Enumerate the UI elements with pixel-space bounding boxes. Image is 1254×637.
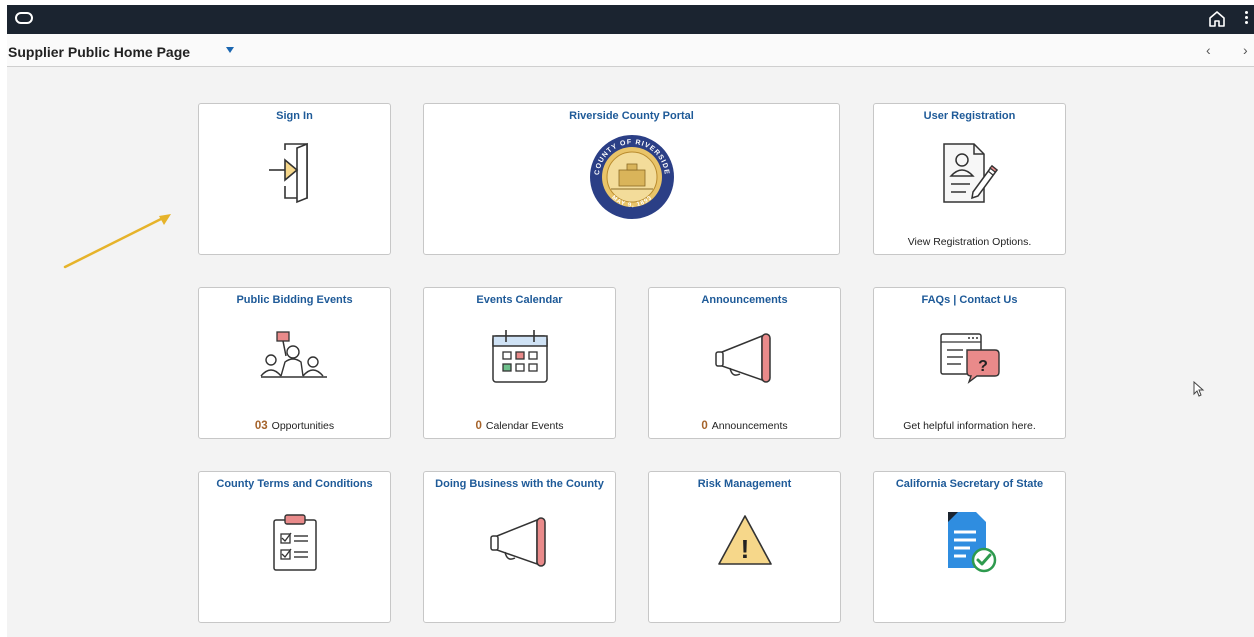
browser-page: Supplier Public Home Page ‹ › Sign In Ri… bbox=[7, 5, 1254, 637]
tile-california-secretary-of-state[interactable]: California Secretary of State bbox=[873, 471, 1066, 623]
tile-title: California Secretary of State bbox=[895, 478, 1044, 490]
megaphone-icon bbox=[489, 517, 546, 567]
announcement-count: 0 bbox=[701, 420, 708, 432]
tile-faqs-contact-us[interactable]: FAQs | Contact Us ? Get helpful informat… bbox=[873, 287, 1066, 439]
page-title-dropdown-icon[interactable] bbox=[226, 47, 234, 53]
top-navigation-bar bbox=[7, 5, 1254, 34]
tile-announcements[interactable]: Announcements 0 Announcements bbox=[648, 287, 841, 439]
tile-title: Doing Business with the County bbox=[435, 478, 604, 490]
annotation-arrow-icon bbox=[63, 214, 171, 269]
page-title[interactable]: Supplier Public Home Page bbox=[8, 44, 190, 60]
tile-sign-in[interactable]: Sign In bbox=[198, 103, 391, 255]
warning-triangle-icon: ! bbox=[717, 515, 772, 565]
mouse-pointer-icon bbox=[1193, 381, 1205, 397]
tile-title: Announcements bbox=[701, 294, 788, 306]
tile-footer-label: Announcements bbox=[711, 420, 788, 432]
home-icon[interactable] bbox=[1206, 8, 1228, 30]
previous-page-icon[interactable]: ‹ bbox=[1206, 42, 1211, 58]
svg-text:?: ? bbox=[978, 358, 988, 375]
tile-footer: 0 Calendar Events bbox=[424, 420, 615, 432]
tile-risk-management[interactable]: Risk Management ! bbox=[648, 471, 841, 623]
tile-footer: Get helpful information here. bbox=[903, 420, 1036, 432]
tile-footer: 0 Announcements bbox=[649, 420, 840, 432]
document-check-icon bbox=[947, 512, 996, 573]
tile-title: County Terms and Conditions bbox=[216, 478, 373, 490]
tile-events-calendar[interactable]: Events Calendar 0 Calendar Events bbox=[423, 287, 616, 439]
more-options-icon[interactable] bbox=[1245, 11, 1249, 27]
tile-title: Sign In bbox=[276, 110, 313, 122]
tile-public-bidding-events[interactable]: Public Bidding Events 03 Opportunities bbox=[198, 287, 391, 439]
calendar-icon bbox=[491, 330, 548, 383]
tile-riverside-county-portal[interactable]: Riverside County Portal COUNTY OF RIVERS… bbox=[423, 103, 840, 255]
opportunity-count: 03 bbox=[254, 420, 268, 432]
warning-mark: ! bbox=[740, 534, 749, 564]
tile-title: User Registration bbox=[923, 110, 1016, 122]
tile-title: Public Bidding Events bbox=[236, 294, 353, 306]
next-page-icon[interactable]: › bbox=[1243, 42, 1248, 58]
faq-question-icon: ? bbox=[939, 333, 1000, 384]
tile-user-registration[interactable]: User Registration View Registration Opti… bbox=[873, 103, 1066, 255]
sign-in-door-icon bbox=[268, 142, 308, 204]
checklist-clipboard-icon bbox=[272, 514, 317, 571]
tile-title: FAQs | Contact Us bbox=[921, 294, 1018, 306]
page-header: Supplier Public Home Page ‹ › bbox=[7, 34, 1254, 67]
oracle-logo bbox=[15, 12, 33, 24]
tile-title: Risk Management bbox=[697, 478, 792, 490]
county-seal-icon: COUNTY OF RIVERSIDE MAY 9, 1893 bbox=[589, 135, 674, 219]
megaphone-icon bbox=[714, 333, 771, 383]
tile-county-terms-and-conditions[interactable]: County Terms and Conditions bbox=[198, 471, 391, 623]
tile-footer: View Registration Options. bbox=[907, 236, 1032, 248]
user-registration-icon bbox=[942, 143, 998, 203]
auction-bidder-icon bbox=[259, 331, 327, 378]
tile-doing-business-with-the-county[interactable]: Doing Business with the County bbox=[423, 471, 616, 623]
tile-title: Events Calendar bbox=[476, 294, 563, 306]
tile-footer: 03 Opportunities bbox=[199, 420, 390, 432]
tile-title: Riverside County Portal bbox=[569, 110, 694, 122]
tile-footer-label: Calendar Events bbox=[485, 420, 564, 432]
calendar-event-count: 0 bbox=[475, 420, 482, 432]
tile-footer-label: Opportunities bbox=[271, 420, 335, 432]
